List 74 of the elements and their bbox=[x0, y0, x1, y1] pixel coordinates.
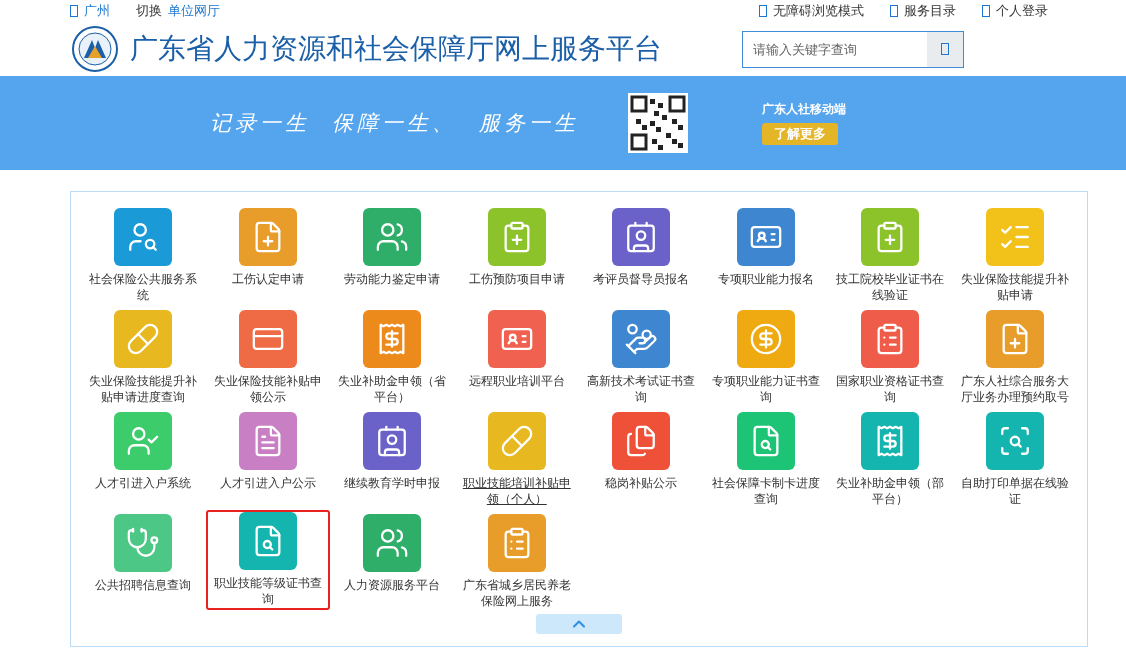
service-tile[interactable] bbox=[487, 514, 546, 572]
switch-link[interactable]: 切换 bbox=[136, 2, 162, 20]
service-tile[interactable] bbox=[985, 208, 1044, 266]
city-link[interactable]: 广州 bbox=[84, 2, 110, 20]
service-label[interactable]: 职业技能培训补贴申领（个人） bbox=[460, 475, 573, 507]
slogan-text: 保障一生、 bbox=[332, 110, 457, 137]
coin-icon bbox=[748, 322, 783, 356]
service-tile[interactable] bbox=[612, 310, 671, 368]
service-tile[interactable] bbox=[736, 412, 795, 470]
emblem-logo bbox=[72, 26, 118, 72]
service-label[interactable]: 人才引进入户公示 bbox=[211, 475, 324, 491]
service-tile[interactable] bbox=[985, 412, 1044, 470]
service-tile[interactable] bbox=[238, 208, 297, 266]
service-label[interactable]: 社会保障卡制卡进度查询 bbox=[709, 475, 822, 507]
service-tile[interactable] bbox=[238, 310, 297, 368]
service-tile[interactable] bbox=[612, 412, 671, 470]
service-tile[interactable] bbox=[736, 208, 795, 266]
service-tile[interactable] bbox=[487, 208, 546, 266]
service-label[interactable]: 失业补助金申领（省平台） bbox=[336, 373, 449, 405]
service-label[interactable]: 失业补助金申领（部平台） bbox=[834, 475, 947, 507]
service-tile[interactable] bbox=[861, 412, 920, 470]
service-label[interactable]: 劳动能力鉴定申请 bbox=[336, 271, 449, 287]
service-tile[interactable] bbox=[114, 208, 173, 266]
collapse-button[interactable] bbox=[536, 614, 622, 634]
people-icon bbox=[375, 220, 410, 254]
service-label[interactable]: 自助打印单据在线验证 bbox=[958, 475, 1071, 507]
service-label[interactable]: 社会保险公共服务系统 bbox=[87, 271, 200, 303]
service-label[interactable]: 工伤认定申请 bbox=[211, 271, 324, 287]
service-label[interactable]: 公共招聘信息查询 bbox=[87, 577, 200, 593]
service-label[interactable]: 专项职业能力证书查询 bbox=[709, 373, 822, 405]
service-tile[interactable] bbox=[114, 412, 173, 470]
service-tile[interactable] bbox=[114, 514, 173, 572]
service-label[interactable]: 远程职业培训平台 bbox=[460, 373, 573, 389]
hand-coin-icon bbox=[624, 322, 659, 356]
people-icon bbox=[375, 526, 410, 560]
unit-hall-link[interactable]: 单位网厅 bbox=[168, 2, 220, 20]
service-tile[interactable] bbox=[487, 412, 546, 470]
top-link[interactable]: 服务目录 bbox=[904, 2, 956, 20]
service-tile[interactable] bbox=[487, 310, 546, 368]
service-tile[interactable] bbox=[985, 310, 1044, 368]
service-tile[interactable] bbox=[363, 310, 422, 368]
service-tile[interactable] bbox=[363, 412, 422, 470]
service-tile[interactable] bbox=[363, 514, 422, 572]
service-label[interactable]: 失业保险技能提升补贴申请 bbox=[958, 271, 1071, 303]
app-label: 广东人社移动端 bbox=[762, 101, 846, 118]
service-label[interactable]: 继续教育学时申报 bbox=[336, 475, 449, 491]
service-label[interactable]: 广东省城乡居民养老保险网上服务 bbox=[460, 577, 573, 609]
service-tile[interactable] bbox=[736, 310, 795, 368]
service-label[interactable]: 人力资源服务平台 bbox=[336, 577, 449, 593]
service-label[interactable]: 失业保险技能补贴申领公示 bbox=[211, 373, 324, 405]
top-link[interactable]: 无障碍浏览模式 bbox=[773, 2, 864, 20]
service-tile[interactable] bbox=[238, 512, 297, 570]
service-label[interactable]: 广东人社综合服务大厅业务办理预约取号 bbox=[958, 373, 1071, 405]
service-label[interactable]: 专项职业能力报名 bbox=[709, 271, 822, 287]
top-link[interactable]: 个人登录 bbox=[996, 2, 1048, 20]
service-label[interactable]: 工伤预防项目申请 bbox=[460, 271, 573, 287]
service-label[interactable]: 技工院校毕业证书在线验证 bbox=[834, 271, 947, 303]
service-label[interactable]: 职业技能等级证书查询 bbox=[211, 575, 324, 607]
service-tile[interactable] bbox=[861, 310, 920, 368]
service-label[interactable]: 人才引进入户系统 bbox=[87, 475, 200, 491]
slogan-text: 记录一生 bbox=[210, 110, 310, 137]
service-label[interactable]: 稳岗补贴公示 bbox=[585, 475, 698, 491]
service-label[interactable]: 高新技术考试证书查询 bbox=[585, 373, 698, 405]
service-tile[interactable] bbox=[612, 208, 671, 266]
slogan-text: 服务一生 bbox=[479, 110, 579, 137]
service-tile[interactable] bbox=[238, 412, 297, 470]
service-label[interactable]: 失业保险技能提升补贴申请进度查询 bbox=[87, 373, 200, 405]
qr-code-icon bbox=[628, 93, 688, 153]
service-tile[interactable] bbox=[363, 208, 422, 266]
site-title: 广东省人力资源和社会保障厅网上服务平台 bbox=[130, 31, 663, 67]
service-tile[interactable] bbox=[861, 208, 920, 266]
service-label[interactable]: 国家职业资格证书查询 bbox=[834, 373, 947, 405]
service-label[interactable]: 考评员督导员报名 bbox=[585, 271, 698, 287]
service-tile[interactable] bbox=[114, 310, 173, 368]
